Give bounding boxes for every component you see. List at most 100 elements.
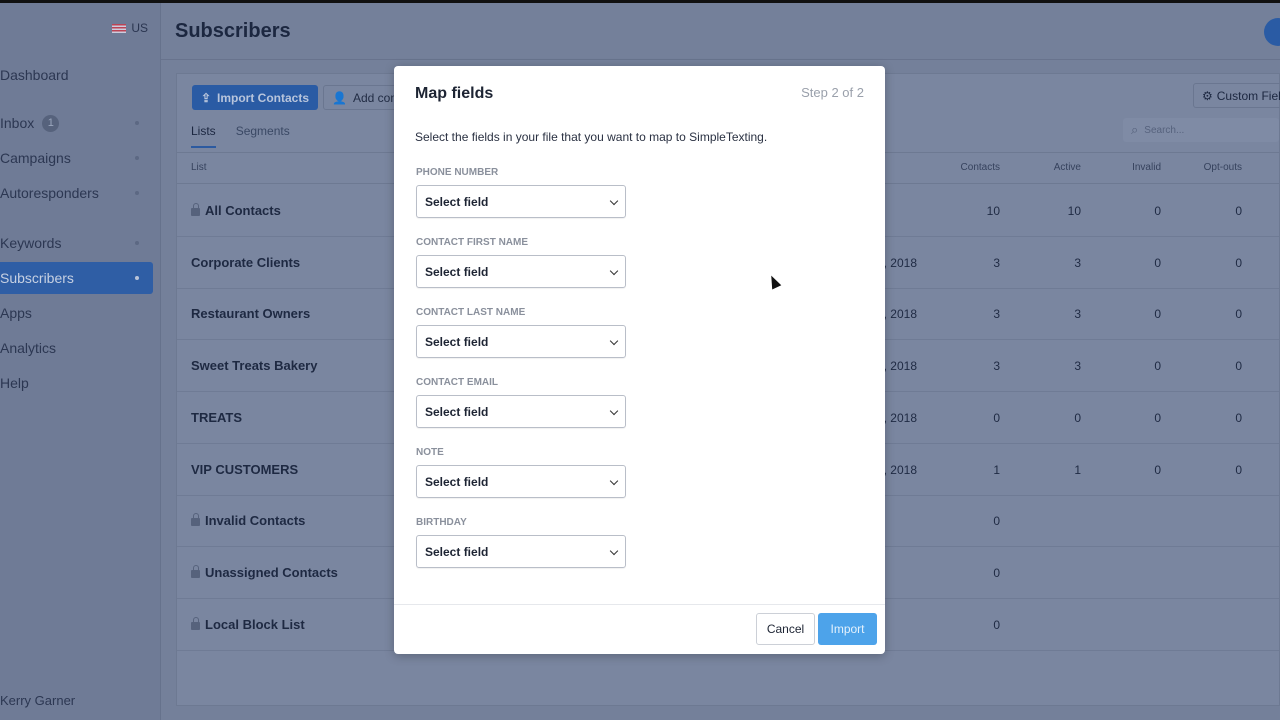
birthday-select[interactable]: Select field: [416, 535, 626, 568]
active-count: 1: [1074, 462, 1081, 477]
contacts-count: 0: [993, 565, 1000, 580]
field-contact-last-name: Contact Last Name Select field: [416, 307, 626, 358]
dot-icon: [135, 121, 139, 125]
gear-icon: ⚙: [1202, 88, 1213, 103]
import-contacts-button[interactable]: ⇪ Import Contacts: [192, 85, 318, 110]
contacts-count: 3: [993, 255, 1000, 270]
contacts-count: 0: [993, 410, 1000, 425]
avatar[interactable]: [1264, 18, 1280, 46]
list-name: Sweet Treats Bakery: [191, 358, 318, 374]
field-contact-first-name: Contact First Name Select field: [416, 237, 626, 288]
custom-fields-button[interactable]: ⚙Custom Fields: [1193, 83, 1280, 108]
sidebar-item-label: Dashboard: [0, 67, 69, 83]
note-select[interactable]: Select field: [416, 465, 626, 498]
contacts-count: 3: [993, 307, 1000, 322]
optouts-count: 0: [1235, 255, 1242, 270]
lock-icon: [191, 616, 200, 630]
chevron-down-icon: [609, 266, 619, 276]
step-indicator: Step 2 of 2: [801, 85, 864, 100]
field-birthday: Birthday Select field: [416, 517, 626, 568]
contact-first-name-select[interactable]: Select field: [416, 255, 626, 288]
list-name: Unassigned Contacts: [205, 564, 338, 580]
chevron-down-icon: [609, 476, 619, 486]
phone-number-select[interactable]: Select field: [416, 185, 626, 218]
user-menu[interactable]: Kerry Garner: [0, 693, 75, 708]
field-label: Birthday: [416, 517, 467, 528]
sidebar-item-label: Autoresponders: [0, 185, 99, 201]
map-fields-modal: Map fields Step 2 of 2 Select the fields…: [394, 66, 885, 654]
lock-icon: [191, 203, 200, 216]
search-input[interactable]: ⌕ Search...: [1123, 118, 1279, 142]
import-button[interactable]: Import: [818, 613, 877, 645]
field-label: Contact Last Name: [416, 307, 526, 318]
field-note: Note Select field: [416, 447, 626, 498]
sidebar-item-dashboard[interactable]: Dashboard: [0, 59, 153, 91]
contacts-count: 1: [993, 462, 1000, 477]
lock-icon: [191, 564, 200, 578]
list-name: TREATS: [191, 409, 243, 425]
tab-lists[interactable]: Lists: [191, 124, 216, 148]
chevron-down-icon: [609, 336, 619, 346]
tab-segments[interactable]: Segments: [236, 124, 290, 148]
optouts-count: 0: [1235, 204, 1242, 218]
sidebar-item-label: Keywords: [0, 235, 62, 251]
field-label: Contact First Name: [416, 237, 529, 248]
list-name: Restaurant Owners: [191, 306, 311, 322]
sidebar: US Dashboard Inbox 1 Campaigns Autoresponder…: [0, 3, 161, 720]
select-value: Select field: [425, 404, 489, 419]
custom-fields-label: Custom Fields: [1216, 88, 1280, 103]
dot-icon: [135, 191, 139, 195]
optouts-count: 0: [1235, 462, 1242, 477]
select-value: Select field: [425, 194, 489, 209]
sidebar-item-label: Campaigns: [0, 150, 71, 166]
active-count: 3: [1074, 307, 1081, 322]
modal-title: Map fields: [415, 85, 494, 102]
invalid-count: 0: [1154, 359, 1161, 374]
list-name: Corporate Clients: [191, 254, 301, 270]
sidebar-item-apps[interactable]: Apps: [0, 297, 153, 329]
sidebar-item-label: Analytics: [0, 340, 57, 356]
sidebar-item-inbox[interactable]: Inbox 1: [0, 107, 153, 139]
optouts-count: 0: [1235, 359, 1242, 374]
add-user-icon: 👤: [332, 90, 347, 105]
sidebar-item-campaigns[interactable]: Campaigns: [0, 142, 153, 174]
sidebar-item-autoresponders[interactable]: Autoresponders: [0, 177, 153, 209]
field-label: Contact Email: [416, 377, 499, 388]
sidebar-item-help[interactable]: Help: [0, 367, 153, 399]
invalid-count: 0: [1154, 307, 1161, 322]
dot-icon: [135, 241, 139, 245]
locale-selector[interactable]: US: [112, 21, 148, 35]
cancel-button[interactable]: Cancel: [756, 613, 815, 645]
sidebar-item-analytics[interactable]: Analytics: [0, 332, 153, 364]
dot-icon: [135, 156, 139, 160]
page-title: Subscribers: [175, 20, 291, 42]
col-invalid: Invalid: [1132, 162, 1161, 173]
contact-last-name-select[interactable]: Select field: [416, 325, 626, 358]
col-list: List: [191, 162, 207, 173]
list-name: Local Block List: [205, 616, 305, 632]
contacts-count: 0: [993, 617, 1000, 632]
sidebar-item-keywords[interactable]: Keywords: [0, 227, 153, 259]
optouts-count: 0: [1235, 307, 1242, 322]
divider: [161, 59, 1280, 60]
cloud-upload-icon: ⇪: [200, 90, 212, 105]
chevron-down-icon: [609, 406, 619, 416]
select-value: Select field: [425, 264, 489, 279]
chevron-down-icon: [609, 196, 619, 206]
field-label: Note: [416, 447, 444, 458]
contacts-count: 10: [986, 204, 1000, 218]
contacts-count: 0: [993, 514, 1000, 529]
list-name: VIP CUSTOMERS: [191, 461, 299, 477]
contact-email-select[interactable]: Select field: [416, 395, 626, 428]
chevron-down-icon: [609, 546, 619, 556]
active-count: 10: [1067, 204, 1081, 218]
invalid-count: 0: [1154, 204, 1161, 218]
optouts-count: 0: [1235, 410, 1242, 425]
select-value: Select field: [425, 544, 489, 559]
import-label: Import Contacts: [217, 90, 310, 105]
locale-label: US: [131, 21, 148, 35]
search-placeholder: Search...: [1144, 124, 1185, 136]
invalid-count: 0: [1154, 410, 1161, 425]
sidebar-item-subscribers[interactable]: Subscribers: [0, 262, 153, 294]
divider: [394, 604, 885, 605]
